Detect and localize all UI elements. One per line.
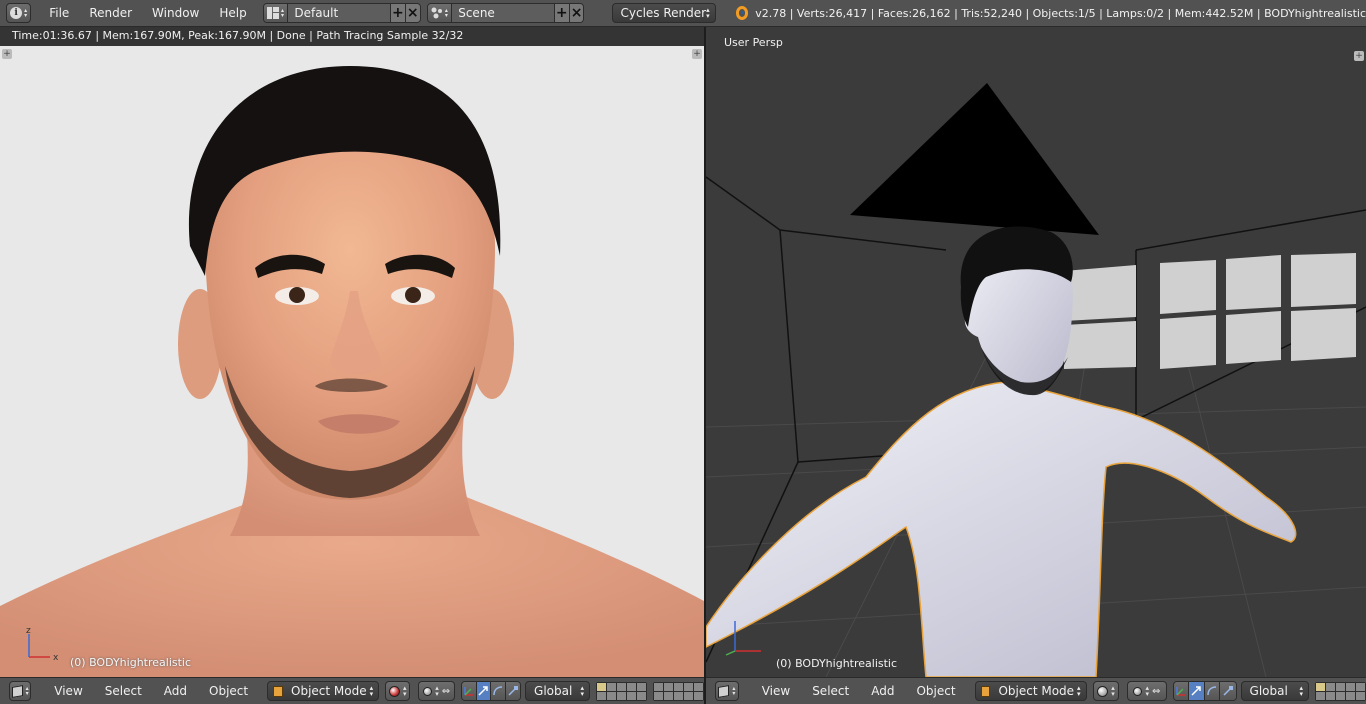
active-object-label: (0) BODYhightrealistic (70, 656, 192, 669)
add-scene-icon[interactable]: + (553, 4, 569, 22)
mode-dropdown-right[interactable]: Object Mode ▴ ▾ (974, 681, 1087, 701)
menu-object-left[interactable]: Object (198, 684, 259, 698)
menu-add-left[interactable]: Add (153, 684, 198, 698)
manipulator-toggle-icon-right[interactable] (1173, 682, 1190, 700)
rotate-icon-right[interactable] (1204, 682, 1221, 700)
scene-selector[interactable]: ▴ ▾ Scene + × (426, 3, 585, 23)
layer-buttons-left-a[interactable] (596, 681, 647, 701)
rotate-icon[interactable] (491, 682, 506, 700)
editor-type-button[interactable]: i ▴ ▾ (6, 3, 32, 23)
viewport-shading-left[interactable]: ▴ ▾ (385, 681, 411, 701)
viewport-canvas[interactable]: User Persp + (0) BODYhightrealistic (706, 27, 1366, 677)
transform-orientation-left[interactable]: Global ▴ ▾ (525, 681, 590, 701)
manipulator-group-right (1172, 681, 1237, 701)
menu-select-left[interactable]: Select (94, 684, 153, 698)
pivot-icon (423, 686, 433, 696)
pivot-icon-right (1133, 686, 1143, 696)
snap-icon-right: ⇔ (1152, 685, 1161, 697)
rendered-shading-icon (388, 685, 400, 697)
menu-help[interactable]: Help (209, 6, 256, 20)
transform-orientation-right[interactable]: Global ▴ ▾ (1240, 681, 1310, 701)
pivot-point-right[interactable]: ▴ ▾ ⇔ (1127, 681, 1167, 701)
orientation-label-left: Global (534, 684, 573, 698)
image-editor-render: Time:01:36.67 | Mem:167.90M, Peak:167.90… (0, 27, 704, 704)
menu-add-right[interactable]: Add (860, 684, 905, 698)
menu-object-right[interactable]: Object (905, 684, 966, 698)
layer-buttons-left-b[interactable] (653, 681, 704, 701)
updown-arrows-icon: ▴ ▾ (24, 7, 28, 19)
delete-layout-icon[interactable]: × (404, 4, 420, 22)
scene-icon[interactable]: ▴ ▾ (427, 4, 453, 22)
editor-type-button-left[interactable]: ▴ ▾ (9, 681, 32, 701)
region-expand-icon-viewport[interactable]: + (1354, 51, 1364, 61)
menu-select-right[interactable]: Select (801, 684, 860, 698)
delete-scene-icon[interactable]: × (568, 4, 584, 22)
rendered-portrait: z x (0, 46, 704, 677)
info-icon: i (10, 7, 23, 19)
scene-name[interactable]: Scene (452, 4, 554, 22)
info-header: i ▴ ▾ File Render Window Help ▴ ▾ Default … (0, 0, 1366, 27)
viewport-shading-right[interactable]: ▴ ▾ (1092, 681, 1120, 701)
menu-file[interactable]: File (39, 6, 79, 20)
layer-buttons-right[interactable] (1315, 681, 1366, 701)
3d-viewport: User Persp + (0) BODYhightrealistic ▴ ▾ V… (706, 27, 1366, 704)
screen-layout-icon[interactable]: ▴ ▾ (263, 4, 289, 22)
solid-shading-icon (1097, 685, 1109, 697)
snap-icon: ⇔ (441, 685, 451, 697)
scene-stats: v2.78 | Verts:26,417 | Faces:26,162 | Tr… (755, 6, 1366, 20)
menu-view-left[interactable]: View (43, 684, 93, 698)
blender-logo-icon (735, 6, 749, 20)
view-name-label: User Persp (724, 36, 783, 49)
scale-icon-right[interactable] (1220, 682, 1236, 700)
menu-render[interactable]: Render (79, 6, 142, 20)
add-layout-icon[interactable]: + (389, 4, 405, 22)
pivot-point-left[interactable]: ▴ ▾ ⇔ (418, 681, 456, 701)
3d-view-icon (11, 684, 23, 698)
manipulator-group-left (461, 681, 522, 701)
object-mode-icon-right (980, 685, 991, 697)
scale-icon[interactable] (505, 682, 521, 700)
left-3d-header: ▴ ▾ View Select Add Object Object Mode ▴ ▾… (0, 677, 704, 704)
axis-x-label: x (53, 653, 59, 663)
editor-type-button-right[interactable]: ▴ ▾ (715, 681, 739, 701)
region-expand-icon[interactable]: + (2, 49, 12, 59)
mode-dropdown-left[interactable]: Object Mode ▴ ▾ (267, 681, 380, 701)
viewport-scene (706, 27, 1366, 677)
right-3d-header: ▴ ▾ View Select Add Object Object Mode ▴ ▾… (706, 677, 1366, 704)
region-expand-icon-right[interactable]: + (692, 49, 702, 59)
object-mode-icon (273, 685, 284, 697)
mode-label-right: Object Mode (998, 684, 1075, 698)
axis-z-label: z (26, 626, 31, 636)
active-object-label-viewport: (0) BODYhightrealistic (776, 657, 898, 670)
render-result-canvas[interactable]: z x + + (0) BODYhightrealistic (0, 46, 704, 677)
3d-view-icon-right (718, 684, 730, 698)
translate-icon-right[interactable] (1189, 682, 1205, 700)
mode-label-left: Object Mode (291, 684, 367, 698)
screen-layout-selector[interactable]: ▴ ▾ Default + × (262, 3, 421, 23)
orientation-label-right: Global (1249, 684, 1288, 698)
menu-window[interactable]: Window (142, 6, 209, 20)
dropdown-arrows-icon: ▴ ▾ (706, 6, 710, 20)
render-engine-dropdown[interactable]: Cycles Render ▴ ▾ (612, 3, 716, 23)
render-status-text: Time:01:36.67 | Mem:167.90M, Peak:167.90… (0, 27, 704, 46)
manipulator-toggle-icon[interactable] (462, 682, 477, 700)
translate-icon[interactable] (476, 682, 492, 700)
screen-layout-name[interactable]: Default (288, 4, 390, 22)
menu-view-right[interactable]: View (751, 684, 801, 698)
render-engine-label: Cycles Render (620, 6, 707, 20)
